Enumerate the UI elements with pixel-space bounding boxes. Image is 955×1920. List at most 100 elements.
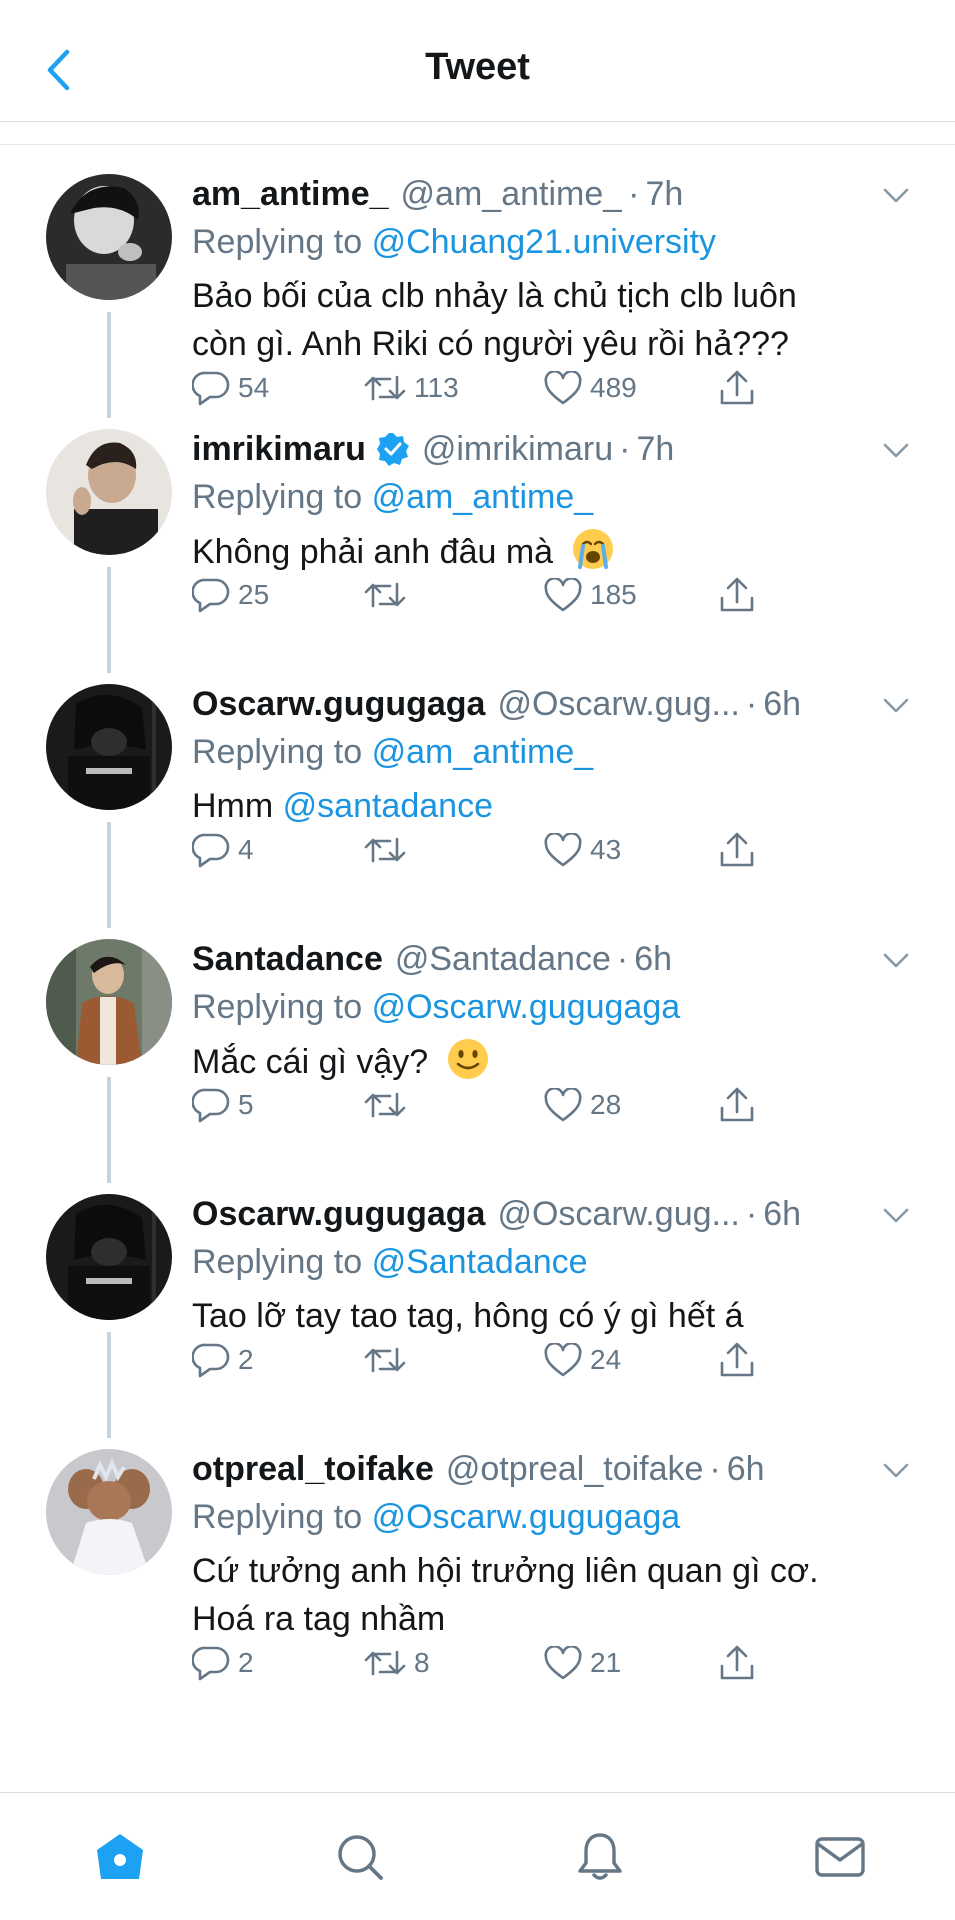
like-count: 489 bbox=[590, 372, 637, 403]
retweet-icon bbox=[364, 837, 406, 863]
chevron-down-icon bbox=[883, 1208, 909, 1223]
retweet-button[interactable] bbox=[364, 1336, 406, 1384]
separator-dot: · bbox=[709, 1450, 721, 1488]
tweet-options-button[interactable] bbox=[876, 1451, 916, 1491]
avatar[interactable] bbox=[46, 684, 172, 810]
loudly-crying-face-emoji bbox=[572, 529, 613, 569]
retweet-button[interactable] bbox=[364, 571, 406, 619]
display-name[interactable]: Santadance bbox=[192, 937, 383, 981]
reply-button[interactable]: 4 bbox=[192, 826, 254, 874]
reply-to-link[interactable]: @Oscarw.gugugaga bbox=[372, 988, 681, 1026]
like-button[interactable]: 24 bbox=[544, 1336, 621, 1384]
avatar[interactable] bbox=[46, 939, 172, 1065]
reply-button[interactable]: 2 bbox=[192, 1639, 254, 1687]
display-name[interactable]: am_antime_ bbox=[192, 172, 389, 216]
share-icon bbox=[720, 1645, 754, 1680]
share-button[interactable] bbox=[718, 571, 756, 619]
like-button[interactable]: 21 bbox=[544, 1639, 621, 1687]
replying-to: Replying to @Santadance bbox=[192, 1243, 588, 1281]
tweet-options-button[interactable] bbox=[876, 686, 916, 726]
tweet-item[interactable]: imrikimaru @imrikimaru · 7h Replying to … bbox=[0, 401, 955, 673]
heart-icon bbox=[544, 833, 582, 867]
tweet-item[interactable]: Santadance @Santadance · 6h Replying to … bbox=[0, 911, 955, 1183]
separator-dot: · bbox=[745, 1195, 758, 1233]
like-count: 28 bbox=[590, 1089, 622, 1120]
retweet-button[interactable] bbox=[364, 826, 406, 874]
tweet-text: Bảo bối của clb nhảy là chủ tịch clb luô… bbox=[192, 277, 797, 363]
reply-count: 25 bbox=[238, 579, 270, 610]
tweet-text: Không phải anh đâu mà bbox=[192, 527, 892, 576]
like-count: 43 bbox=[590, 834, 622, 865]
reply-to-link[interactable]: @Santadance bbox=[372, 1243, 588, 1281]
reply-to-link[interactable]: @am_antime_ bbox=[372, 733, 594, 771]
heart-icon bbox=[544, 1646, 582, 1680]
user-handle: @Santadance bbox=[394, 940, 611, 978]
share-button[interactable] bbox=[718, 1081, 756, 1129]
header-divider bbox=[0, 123, 955, 145]
display-name[interactable]: otpreal_toifake bbox=[192, 1447, 434, 1491]
notifications-bell-icon bbox=[578, 1833, 622, 1880]
reply-count: 4 bbox=[238, 834, 254, 865]
tweet-actions: 5 28 bbox=[192, 1081, 792, 1129]
user-handle: @Oscarw.gug... bbox=[497, 685, 740, 723]
avatar[interactable] bbox=[46, 1449, 172, 1575]
timestamp: 6h bbox=[634, 940, 673, 978]
tweet-item[interactable]: Oscarw.gugugaga @Oscarw.gug... · 6h Repl… bbox=[0, 656, 955, 928]
display-name[interactable]: Oscarw.gugugaga bbox=[192, 682, 485, 726]
like-button[interactable]: 28 bbox=[544, 1081, 621, 1129]
avatar[interactable] bbox=[46, 429, 172, 555]
retweet-count: 113 bbox=[414, 372, 459, 403]
tab-notifications[interactable] bbox=[568, 1825, 632, 1889]
reply-to-link[interactable]: @am_antime_ bbox=[372, 478, 594, 516]
replying-to: Replying to @Chuang21.university bbox=[192, 223, 717, 261]
tweet-options-button[interactable] bbox=[876, 431, 916, 471]
reply-button[interactable]: 2 bbox=[192, 1336, 254, 1384]
reply-to-link[interactable]: @Oscarw.gugugaga bbox=[372, 1498, 681, 1536]
retweet-button[interactable]: 8 bbox=[364, 1639, 430, 1687]
reply-button[interactable]: 5 bbox=[192, 1081, 254, 1129]
reply-count: 5 bbox=[238, 1089, 254, 1120]
separator-dot: · bbox=[628, 175, 640, 213]
tweet-item[interactable]: Oscarw.gugugaga @Oscarw.gug... · 6h Repl… bbox=[0, 1166, 955, 1438]
tab-messages[interactable] bbox=[808, 1825, 872, 1889]
replying-to: Replying to @Oscarw.gugugaga bbox=[192, 1498, 681, 1536]
share-button[interactable] bbox=[718, 826, 756, 874]
display-name[interactable]: Oscarw.gugugaga bbox=[192, 1192, 485, 1236]
tweet-item[interactable]: am_antime_ @am_antime_ · 7h Replying to … bbox=[0, 146, 955, 418]
avatar[interactable] bbox=[46, 1194, 172, 1320]
reply-to-link[interactable]: @Chuang21.university bbox=[372, 223, 716, 261]
tweet-actions: 2 24 bbox=[192, 1336, 792, 1384]
like-button[interactable]: 43 bbox=[544, 826, 621, 874]
share-icon bbox=[720, 832, 754, 867]
timestamp: 6h bbox=[763, 685, 802, 723]
retweet-icon bbox=[364, 1347, 406, 1373]
tweet-item[interactable]: otpreal_toifake @otpreal_toifake · 6h Re… bbox=[0, 1421, 955, 1721]
heart-icon bbox=[544, 1343, 582, 1377]
tweet-actions: 4 43 bbox=[192, 826, 792, 874]
retweet-icon bbox=[364, 375, 406, 401]
messages-envelope-icon bbox=[815, 1837, 865, 1877]
separator-dot: · bbox=[619, 430, 631, 468]
heart-icon bbox=[544, 578, 582, 612]
share-button[interactable] bbox=[718, 1639, 756, 1687]
retweet-button[interactable] bbox=[364, 1081, 406, 1129]
reply-icon bbox=[192, 1646, 230, 1681]
replying-to: Replying to @Oscarw.gugugaga bbox=[192, 988, 681, 1026]
slightly-smiling-face-emoji bbox=[447, 1039, 488, 1079]
tab-search[interactable] bbox=[328, 1825, 392, 1889]
user-handle: @am_antime_ bbox=[400, 175, 623, 213]
like-button[interactable]: 185 bbox=[544, 571, 637, 619]
display-name[interactable]: imrikimaru bbox=[192, 427, 366, 471]
tab-home[interactable] bbox=[88, 1825, 152, 1889]
mention-link[interactable]: @santadance bbox=[283, 787, 493, 825]
share-button[interactable] bbox=[718, 1336, 756, 1384]
tweet-options-button[interactable] bbox=[876, 941, 916, 981]
tweet-options-button[interactable] bbox=[876, 176, 916, 216]
tweet-options-button[interactable] bbox=[876, 1196, 916, 1236]
reply-button[interactable]: 25 bbox=[192, 571, 269, 619]
page-title: Tweet bbox=[425, 46, 530, 88]
avatar[interactable] bbox=[46, 174, 172, 300]
tweet-text: Tao lỡ tay tao tag, hông có ý gì hết á bbox=[192, 1297, 744, 1335]
home-icon bbox=[97, 1834, 143, 1879]
reply-count: 54 bbox=[238, 372, 270, 403]
